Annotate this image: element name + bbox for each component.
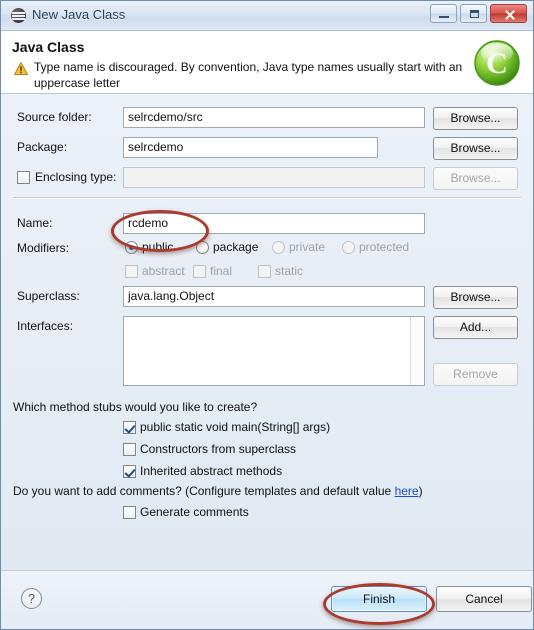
modifier-flags-row: abstract final static <box>1 262 533 284</box>
stub-label-constructors: Constructors from superclass <box>140 442 297 456</box>
cancel-button[interactable]: Cancel <box>436 586 532 612</box>
modifier-label-final: final <box>210 264 233 278</box>
enclosing-type-input[interactable] <box>123 167 425 188</box>
svg-text:C: C <box>486 47 508 80</box>
comments-question: Do you want to add comments? (Configure … <box>13 484 423 498</box>
interfaces-scrollbar[interactable] <box>410 317 424 385</box>
enclosing-type-checkbox[interactable] <box>17 171 30 184</box>
superclass-input[interactable]: java.lang.Object <box>123 286 425 307</box>
enclosing-type-browse-button: Browse... <box>433 167 518 190</box>
source-folder-input[interactable]: selrcdemo/src <box>123 107 425 128</box>
modifier-checkbox-abstract <box>125 265 138 278</box>
maximize-icon[interactable] <box>460 4 487 23</box>
stub-label-inherited: Inherited abstract methods <box>140 464 283 478</box>
modifier-label-static: static <box>275 264 304 278</box>
new-java-class-dialog: New Java Class Java Class Type name is d… <box>0 0 534 630</box>
source-folder-label: Source folder: <box>17 110 92 124</box>
help-icon[interactable]: ? <box>21 588 42 609</box>
stub-main-row: public static void main(String[] args) <box>1 418 533 440</box>
generate-comments-label: Generate comments <box>140 505 249 519</box>
modifier-radio-package[interactable] <box>196 241 209 254</box>
package-browse-button[interactable]: Browse... <box>433 137 518 160</box>
stub-constructors-row: Constructors from superclass <box>1 440 533 462</box>
stub-checkbox-main[interactable] <box>123 421 136 434</box>
name-row: Name: rcdemo <box>1 213 533 235</box>
name-input[interactable]: rcdemo <box>123 213 425 234</box>
caption-buttons <box>430 4 527 23</box>
stub-inherited-row: Inherited abstract methods <box>1 462 533 484</box>
modifier-radio-protected <box>342 241 355 254</box>
method-stubs-question: Which method stubs would you like to cre… <box>13 400 258 414</box>
generate-comments-checkbox[interactable] <box>123 506 136 519</box>
interfaces-row: Interfaces: Add... Remove <box>1 316 533 388</box>
comments-question-suffix: ) <box>418 484 423 498</box>
modifier-label-protected: protected <box>359 240 410 254</box>
modifier-checkbox-final <box>193 265 206 278</box>
enclosing-type-row: Enclosing type: Browse... <box>1 167 533 190</box>
stub-checkbox-inherited[interactable] <box>123 465 136 478</box>
interfaces-add-button[interactable]: Add... <box>433 316 518 339</box>
name-label: Name: <box>17 216 53 230</box>
enclosing-type-label: Enclosing type: <box>35 170 117 184</box>
configure-templates-link[interactable]: here <box>395 484 419 498</box>
superclass-label: Superclass: <box>17 289 80 303</box>
interfaces-label: Interfaces: <box>17 319 74 333</box>
package-row: Package: selrcdemo Browse... <box>1 137 533 160</box>
eclipse-wizard-icon <box>11 8 26 23</box>
modifier-label-abstract: abstract <box>142 264 185 278</box>
modifier-radio-private <box>272 241 285 254</box>
modifier-label-private: private <box>289 240 326 254</box>
dialog-body: Source folder: selrcdemo/src Browse... P… <box>1 94 533 571</box>
stub-label-main: public static void main(String[] args) <box>140 420 331 434</box>
stub-checkbox-constructors[interactable] <box>123 443 136 456</box>
finish-button[interactable]: Finish <box>331 586 427 612</box>
warning-message: Type name is discouraged. By convention,… <box>34 60 463 90</box>
wizard-header: Java Class Type name is discouraged. By … <box>1 31 533 94</box>
separator-top <box>13 197 521 199</box>
interfaces-remove-button: Remove <box>433 363 518 386</box>
close-icon[interactable] <box>490 4 527 23</box>
generate-comments-row: Generate comments <box>1 503 533 525</box>
modifiers-row: Modifiers: public package private protec… <box>1 238 533 260</box>
modifiers-label: Modifiers: <box>17 241 70 255</box>
modifier-checkbox-static <box>258 265 271 278</box>
modifier-label-public: public <box>142 240 174 254</box>
superclass-row: Superclass: java.lang.Object Browse... <box>1 286 533 309</box>
comments-question-prefix: Do you want to add comments? (Configure … <box>13 484 395 498</box>
java-class-icon: C <box>471 37 523 89</box>
interfaces-listbox[interactable] <box>123 316 425 386</box>
window-title: New Java Class <box>32 7 126 22</box>
minimize-icon[interactable] <box>430 4 457 23</box>
package-label: Package: <box>17 140 68 154</box>
dialog-footer: ? Finish Cancel <box>1 570 533 629</box>
source-folder-browse-button[interactable]: Browse... <box>433 107 518 130</box>
superclass-browse-button[interactable]: Browse... <box>433 286 518 309</box>
source-folder-row: Source folder: selrcdemo/src Browse... <box>1 107 533 130</box>
page-title: Java Class <box>12 39 85 55</box>
modifier-label-package: package <box>213 240 259 254</box>
package-input[interactable]: selrcdemo <box>123 137 378 158</box>
warning-icon <box>14 62 28 75</box>
modifier-radio-public[interactable] <box>125 241 138 254</box>
title-bar: New Java Class <box>1 1 533 31</box>
